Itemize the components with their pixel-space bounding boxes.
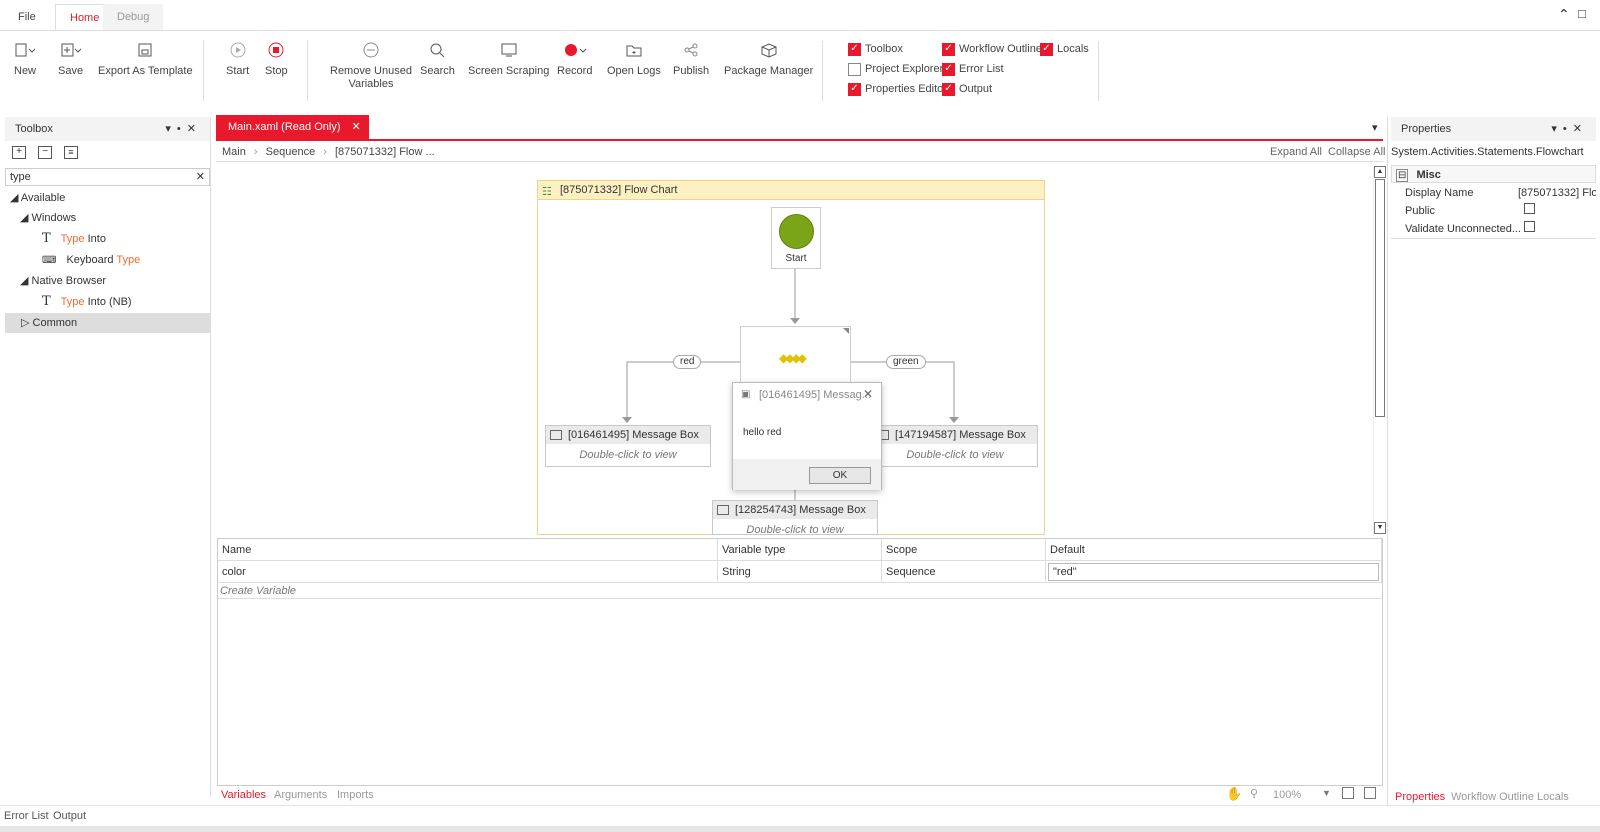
message-box-dialog[interactable]: ▣ [016461495] Messag... ✕ hello red OK	[732, 382, 882, 490]
tab-variables[interactable]: Variables	[221, 789, 266, 801]
fit-to-screen-icon[interactable]	[1342, 787, 1354, 799]
zoom-level[interactable]: 100%	[1273, 789, 1301, 801]
properties-type-name: System.Activities.Statements.Flowchart	[1391, 146, 1584, 158]
variable-default-input[interactable]: "red"	[1048, 563, 1379, 581]
prop-public-checkbox[interactable]	[1524, 202, 1535, 220]
branch-label-green[interactable]: green	[886, 355, 926, 369]
properties-header: Properties ▾•✕	[1391, 117, 1596, 141]
col-header-scope[interactable]: Scope	[882, 539, 1046, 561]
status-bar	[0, 826, 1600, 832]
canvas-vertical-scrollbar[interactable]: ▲ ▼	[1373, 166, 1386, 536]
status-divider	[0, 805, 1600, 806]
dialog-ok-button[interactable]: OK	[809, 467, 871, 484]
dialog-close-icon[interactable]: ✕	[863, 387, 873, 401]
dialog-app-icon: ▣	[741, 389, 751, 400]
pan-hand-icon[interactable]: ✋	[1226, 786, 1242, 802]
scroll-thumb[interactable]	[1375, 179, 1385, 417]
message-box-right[interactable]: [147194587] Message Box Double-click to …	[872, 425, 1038, 467]
variable-type-cell[interactable]: String	[718, 561, 882, 583]
properties-category-misc[interactable]: ⊟ Misc	[1391, 165, 1596, 183]
col-header-default[interactable]: Default	[1046, 539, 1382, 561]
variable-name-cell[interactable]: color	[218, 561, 718, 583]
collapse-category-icon[interactable]: ⊟	[1396, 169, 1409, 182]
create-variable-row[interactable]: Create Variable	[218, 583, 1382, 599]
properties-divider	[1391, 238, 1596, 239]
scroll-up-icon[interactable]: ▲	[1374, 166, 1386, 178]
variable-default-cell: "red"	[1046, 561, 1382, 583]
tab-properties[interactable]: Properties	[1395, 791, 1445, 803]
message-box-icon	[717, 505, 729, 515]
corner-expand-icon	[843, 328, 849, 334]
tab-output[interactable]: Output	[53, 810, 86, 822]
branch-label-red[interactable]: red	[673, 355, 702, 369]
tab-error-list[interactable]: Error List	[4, 810, 49, 822]
switch-diamond-icon: ◆◆◆◆	[779, 351, 807, 365]
prop-display-name-label: Display Name	[1405, 187, 1474, 199]
message-box-icon	[550, 430, 562, 440]
scroll-down-icon[interactable]: ▼	[1374, 522, 1386, 534]
panel-controls[interactable]: ▾•✕	[1551, 117, 1588, 141]
prop-public-label: Public	[1405, 205, 1435, 217]
tab-workflow-outline[interactable]: Workflow Outline	[1451, 791, 1534, 803]
prop-validate-label: Validate Unconnected...	[1405, 223, 1521, 235]
overview-icon[interactable]	[1364, 787, 1376, 799]
prop-display-name-value[interactable]: [875071332] Flow	[1518, 184, 1596, 202]
col-header-name[interactable]: Name	[218, 539, 718, 561]
panel-divider	[1387, 117, 1388, 807]
tab-arguments[interactable]: Arguments	[274, 789, 327, 801]
zoom-search-icon[interactable]: ⚲	[1250, 787, 1258, 800]
variable-scope-cell[interactable]: Sequence	[882, 561, 1046, 583]
tab-locals[interactable]: Locals	[1537, 791, 1569, 803]
dialog-message: hello red	[743, 427, 782, 438]
tab-imports[interactable]: Imports	[337, 789, 374, 801]
start-node[interactable]: Start	[771, 207, 821, 269]
col-header-variable-type[interactable]: Variable type	[718, 539, 882, 561]
message-box-bottom[interactable]: [128254743] Message Box Double-click to …	[712, 500, 878, 535]
dialog-title: [016461495] Messag...	[759, 389, 871, 401]
start-circle-icon	[779, 214, 814, 249]
zoom-dropdown-icon[interactable]: ▼	[1322, 788, 1331, 798]
prop-validate-checkbox[interactable]	[1524, 220, 1535, 238]
message-box-left[interactable]: [016461495] Message Box Double-click to …	[545, 425, 711, 467]
